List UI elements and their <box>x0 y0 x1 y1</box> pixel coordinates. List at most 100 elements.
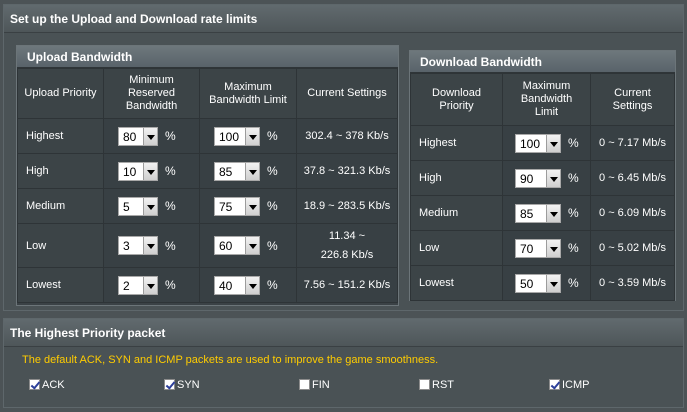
percent-sign: % <box>267 199 278 213</box>
priority-label: High <box>410 160 503 196</box>
upload-bandwidth-title: Upload Bandwidth <box>17 46 398 68</box>
max-bandwidth-select[interactable]: 50 <box>515 273 561 293</box>
max-bandwidth-cell: 40% <box>199 267 297 303</box>
percent-sign: % <box>568 276 579 290</box>
priority-label: Lowest <box>17 267 104 303</box>
download-current-header: Current Settings <box>590 73 675 126</box>
min-bandwidth-cell: 2% <box>103 267 200 303</box>
rate-limits-panel: Set up the Upload and Download rate limi… <box>3 4 684 311</box>
min-reserved-header: Minimum Reserved Bandwidth <box>103 68 200 119</box>
chevron-down-icon <box>245 162 259 180</box>
priority-label: High <box>17 153 104 189</box>
select-value: 3 <box>123 239 130 253</box>
percent-sign: % <box>165 238 176 253</box>
current-setting: 11.34 ~ 226.8 Kb/s <box>296 223 398 268</box>
max-bandwidth-cell: 50% <box>502 265 591 301</box>
min-bandwidth-select[interactable]: 2 <box>118 275 158 295</box>
select-value: 5 <box>123 199 130 214</box>
percent-sign: % <box>568 206 579 220</box>
select-value: 80 <box>123 129 137 144</box>
chevron-down-icon <box>546 274 560 292</box>
chevron-down-icon <box>245 237 259 254</box>
checkbox-fin[interactable]: FIN <box>299 379 330 391</box>
select-value: 90 <box>520 171 534 186</box>
select-value: 2 <box>123 278 130 293</box>
max-bandwidth-select[interactable]: 100 <box>515 133 561 153</box>
chevron-down-icon <box>245 276 259 294</box>
select-value: 70 <box>520 241 534 256</box>
current-setting: 0 ~ 6.09 Mb/s <box>590 195 675 231</box>
current-setting: 0 ~ 6.45 Mb/s <box>590 160 675 196</box>
max-bandwidth-cell: 85% <box>502 195 591 231</box>
priority-label: Low <box>410 230 503 266</box>
checkbox-icmp[interactable]: ICMP <box>549 379 590 391</box>
select-value: 50 <box>520 276 534 291</box>
min-bandwidth-select[interactable]: 3 <box>118 236 158 255</box>
max-bandwidth-cell: 100% <box>502 125 591 161</box>
panel-title: Set up the Upload and Download rate limi… <box>4 5 683 33</box>
chevron-down-icon <box>143 197 157 215</box>
max-bandwidth-cell: 60% <box>199 223 297 268</box>
chevron-down-icon <box>143 162 157 180</box>
priority-packet-title: The Highest Priority packet <box>4 319 683 347</box>
download-table: Download Priority Maximum Bandwidth Limi… <box>410 73 675 301</box>
max-bandwidth-select[interactable]: 100 <box>214 126 260 146</box>
checkbox-label: RST <box>432 379 454 391</box>
max-bandwidth-select[interactable]: 90 <box>515 168 561 188</box>
checkbox-ack[interactable]: ACK <box>29 379 65 391</box>
min-bandwidth-select[interactable]: 80 <box>118 126 158 146</box>
min-bandwidth-select[interactable]: 10 <box>118 161 158 181</box>
max-bandwidth-select[interactable]: 40 <box>214 275 260 295</box>
current-setting: 18.9 ~ 283.5 Kb/s <box>296 188 398 224</box>
table-row: Lowest 50% 0 ~ 3.59 Mb/s <box>410 265 675 301</box>
select-value: 85 <box>219 164 233 179</box>
min-bandwidth-cell: 5% <box>103 188 200 224</box>
checkbox-box[interactable] <box>299 379 310 390</box>
select-value: 75 <box>219 199 233 214</box>
chevron-down-icon <box>245 127 259 145</box>
table-row: Low 3% 60% 11.34 ~ 226.8 Kb/s <box>17 223 398 268</box>
checkbox-box[interactable] <box>549 379 560 390</box>
table-row: Highest 100% 0 ~ 7.17 Mb/s <box>410 125 675 161</box>
percent-sign: % <box>267 129 278 143</box>
current-setting: 0 ~ 3.59 Mb/s <box>590 265 675 301</box>
max-bandwidth-select[interactable]: 60 <box>214 236 260 255</box>
download-max-limit-header: Maximum Bandwidth Limit <box>502 73 591 126</box>
table-row: Lowest 2% 40% 7.56 ~ 151.2 Kb/s <box>17 267 398 303</box>
packet-notice: The default ACK, SYN and ICMP packets ar… <box>22 354 439 366</box>
chevron-down-icon <box>143 237 157 254</box>
download-bandwidth-title: Download Bandwidth <box>410 51 675 73</box>
checkbox-syn[interactable]: SYN <box>164 379 200 391</box>
checkbox-box[interactable] <box>419 379 430 390</box>
min-bandwidth-select[interactable]: 5 <box>118 196 158 216</box>
min-bandwidth-cell: 10% <box>103 153 200 189</box>
checkbox-label: ICMP <box>562 379 590 391</box>
select-value: 40 <box>219 278 233 293</box>
priority-packet-panel: The Highest Priority packet The default … <box>3 318 684 408</box>
max-bandwidth-cell: 85% <box>199 153 297 189</box>
select-value: 100 <box>520 136 541 151</box>
percent-sign: % <box>568 171 579 185</box>
max-bandwidth-select[interactable]: 70 <box>515 238 561 258</box>
max-bandwidth-select[interactable]: 75 <box>214 196 260 216</box>
table-row: Medium 85% 0 ~ 6.09 Mb/s <box>410 195 675 231</box>
checkbox-rst[interactable]: RST <box>419 379 454 391</box>
priority-label: Medium <box>410 195 503 231</box>
table-row: High 10% 85% 37.8 ~ 321.3 Kb/s <box>17 153 398 189</box>
max-bandwidth-cell: 90% <box>502 160 591 196</box>
download-header-row: Download Priority Maximum Bandwidth Limi… <box>410 73 675 126</box>
checkbox-label: FIN <box>312 379 330 391</box>
max-bandwidth-select[interactable]: 85 <box>214 161 260 181</box>
max-bandwidth-select[interactable]: 85 <box>515 203 561 223</box>
checkbox-label: ACK <box>42 379 65 391</box>
select-value: 85 <box>520 206 534 221</box>
percent-sign: % <box>267 164 278 178</box>
current-setting: 0 ~ 5.02 Mb/s <box>590 230 675 266</box>
checkbox-box[interactable] <box>164 379 175 390</box>
current-setting: 37.8 ~ 321.3 Kb/s <box>296 153 398 189</box>
select-value: 60 <box>219 239 233 253</box>
percent-sign: % <box>267 278 278 292</box>
checkbox-box[interactable] <box>29 379 40 390</box>
percent-sign: % <box>568 241 579 255</box>
chevron-down-icon <box>546 239 560 257</box>
